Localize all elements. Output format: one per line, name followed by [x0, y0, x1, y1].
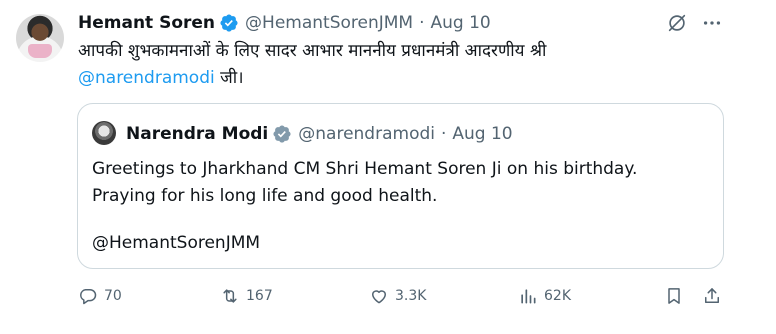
- share-icon: [705, 288, 719, 303]
- like-button[interactable]: 3.3K: [369, 286, 426, 306]
- verified-badge-icon: [220, 14, 238, 32]
- quoted-separator-dot: ·: [440, 124, 447, 144]
- quoted-author-avatar[interactable]: [92, 121, 116, 145]
- tweet-header: Hemant Soren @HemantSorenJMM · Aug 10: [78, 11, 491, 35]
- author-handle[interactable]: @HemantSorenJMM: [245, 13, 413, 33]
- like-count: 3.3K: [395, 288, 427, 304]
- retweet-button[interactable]: 167: [220, 286, 273, 306]
- quoted-tagged-handle: @HemantSorenJMM: [92, 233, 261, 253]
- tweet-text: आपकी शुभकामनाओं के लिए सादर आभार माननीय …: [78, 38, 728, 92]
- bookmark-icon: [668, 288, 680, 304]
- mention-link[interactable]: @narendramodi: [78, 68, 215, 88]
- quoted-author-handle[interactable]: @narendramodi: [298, 124, 435, 144]
- views-button[interactable]: 62K: [518, 286, 571, 306]
- action-bar: 70 167 3.3K 62K: [0, 286, 776, 310]
- like-icon: [372, 290, 386, 304]
- share-button[interactable]: [702, 286, 722, 306]
- quoted-tweet-text: Greetings to Jharkhand CM Shri Hemant So…: [92, 156, 702, 210]
- quoted-tweet-date[interactable]: Aug 10: [452, 124, 512, 144]
- author-name[interactable]: Hemant Soren: [78, 13, 215, 33]
- bookmark-button[interactable]: [664, 286, 684, 306]
- quoted-text-line-1: Greetings to Jharkhand CM Shri Hemant So…: [92, 159, 638, 179]
- reply-count: 70: [104, 288, 122, 304]
- reply-icon: [80, 289, 97, 305]
- reply-button[interactable]: 70: [78, 286, 122, 306]
- separator-dot: ·: [419, 13, 425, 33]
- tweet-text-suffix: जी।: [214, 68, 244, 88]
- quoted-tweet[interactable]: Narendra Modi @narendramodi · Aug 10 Gre…: [77, 103, 724, 269]
- quoted-author-name[interactable]: Narendra Modi: [126, 124, 268, 144]
- retweet-count: 167: [246, 288, 273, 304]
- gov-verified-badge-icon: [273, 125, 291, 143]
- tweet-date[interactable]: Aug 10: [431, 13, 491, 33]
- views-icon: [521, 289, 536, 304]
- grok-icon[interactable]: [666, 12, 688, 34]
- quoted-text-line-2: Praying for his long life and good healt…: [92, 186, 438, 206]
- views-count: 62K: [544, 288, 571, 304]
- more-icon[interactable]: [701, 12, 723, 34]
- quoted-tweet-header: Narendra Modi @narendramodi · Aug 10: [126, 122, 513, 146]
- tweet-text-main: आपकी शुभकामनाओं के लिए सादर आभार माननीय …: [78, 41, 547, 61]
- retweet-icon: [223, 289, 237, 303]
- avatar-scarf: [28, 44, 52, 58]
- author-avatar[interactable]: [16, 14, 64, 62]
